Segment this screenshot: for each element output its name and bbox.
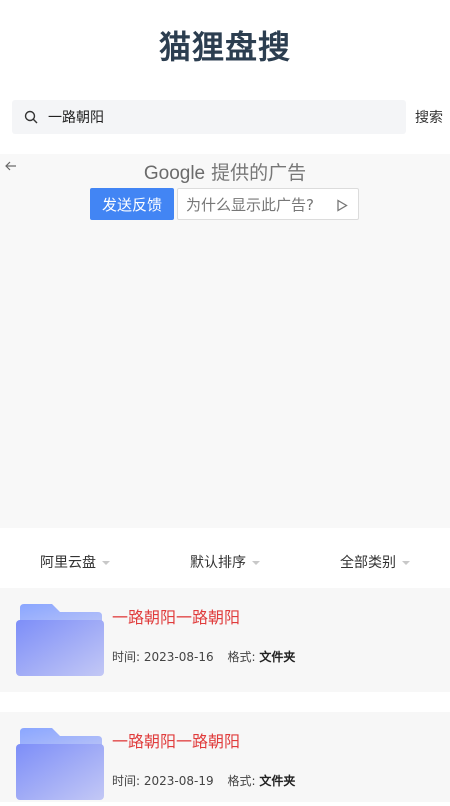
why-this-ad-button[interactable]: 为什么显示此广告? [177,188,359,220]
format-label: 格式: [227,774,256,788]
result-meta: 时间: 2023-08-19 格式: 文件夹 [112,772,295,789]
search-input-value[interactable]: 一路朝阳 [48,107,104,127]
google-logo-text: Google [143,163,206,184]
result-title[interactable]: 一路朝阳一路朝阳 [112,604,240,628]
filter-sort-dropdown[interactable]: 默认排序 [150,552,300,572]
filter-source-label: 阿里云盘 [40,555,96,571]
search-input[interactable]: 一路朝阳 [12,100,406,134]
result-format: 文件夹 [259,774,296,788]
send-feedback-button[interactable]: 发送反馈 [90,188,174,220]
folder-icon [16,726,104,802]
search-button[interactable]: 搜索 [408,100,450,134]
format-label: 格式: [227,650,256,664]
search-icon [24,109,40,125]
chevron-down-icon [252,561,260,565]
filter-category-dropdown[interactable]: 全部类别 [300,552,450,572]
result-title[interactable]: 一路朝阳一路朝阳 [112,728,240,752]
why-this-ad-label: 为什么显示此广告? [186,195,314,214]
chevron-down-icon [102,561,110,565]
result-item[interactable]: 一路朝阳一路朝阳 时间: 2023-08-16 格式: 文件夹 [0,588,450,692]
adchoices-icon [336,198,348,212]
result-date: 2023-08-16 [143,650,214,664]
time-label: 时间: [112,774,141,788]
chevron-down-icon [402,561,410,565]
filter-bar: 阿里云盘 默认排序 全部类别 [0,540,450,584]
app-title: 猫狸盘搜 [158,28,291,66]
ad-provided-by: Google 提供的广告 [0,158,450,185]
ad-provided-label: 提供的广告 [211,162,307,184]
result-date: 2023-08-19 [143,774,214,788]
filter-sort-label: 默认排序 [190,555,246,571]
filter-source-dropdown[interactable]: 阿里云盘 [0,552,150,572]
result-meta: 时间: 2023-08-16 格式: 文件夹 [112,648,295,665]
result-item[interactable]: 一路朝阳一路朝阳 时间: 2023-08-19 格式: 文件夹 [0,712,450,802]
result-format: 文件夹 [259,650,296,664]
time-label: 时间: [112,650,141,664]
ad-container: Google 提供的广告 发送反馈 为什么显示此广告? [0,154,450,528]
filter-category-label: 全部类别 [340,555,396,571]
folder-icon [16,602,104,678]
